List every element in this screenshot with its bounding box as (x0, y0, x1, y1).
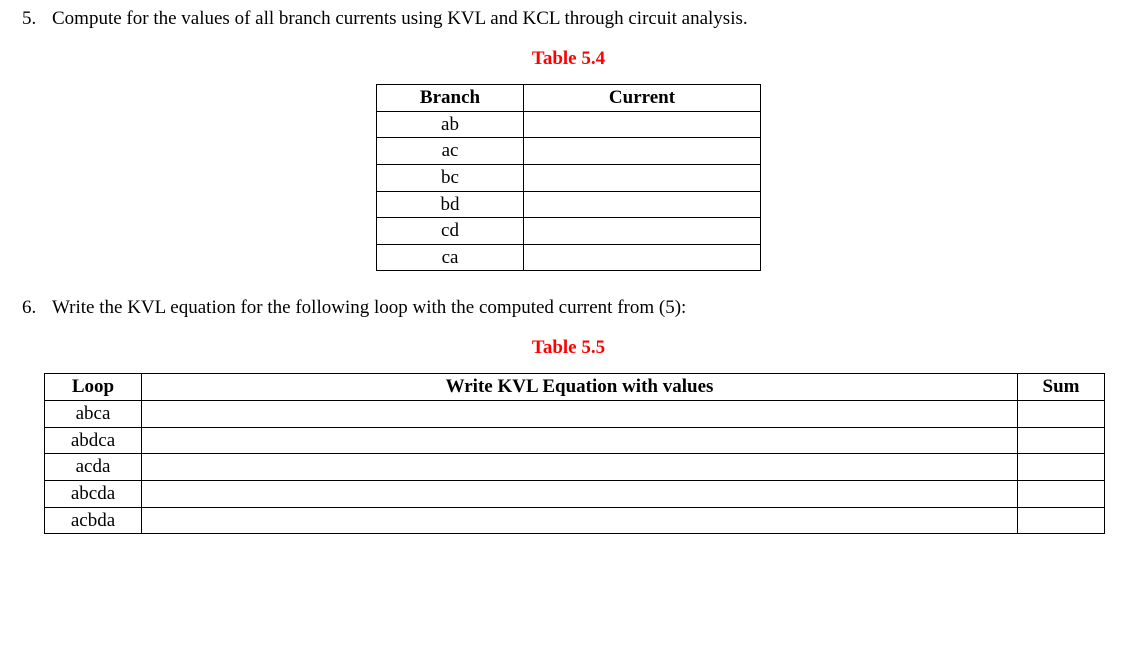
table-row: ac (377, 138, 761, 165)
table-row: bd (377, 191, 761, 218)
cell-loop: acbda (45, 507, 142, 534)
table-5-5: Loop Write KVL Equation with values Sum … (44, 373, 1105, 534)
cell-eq (142, 401, 1018, 428)
table-row: abcda (45, 481, 1105, 508)
table-5-5-header-row: Loop Write KVL Equation with values Sum (45, 374, 1105, 401)
table-row: bc (377, 164, 761, 191)
table-5-4-header-current: Current (524, 85, 761, 112)
table-row: cd (377, 218, 761, 245)
question-6-number: 6. (22, 297, 52, 319)
cell-branch: ca (377, 244, 524, 271)
table-5-4: Branch Current ab ac bc bd cd (376, 84, 761, 271)
table-row: ab (377, 111, 761, 138)
cell-current (524, 138, 761, 165)
table-row: acbda (45, 507, 1105, 534)
cell-current (524, 111, 761, 138)
cell-eq (142, 454, 1018, 481)
table-5-4-header-branch: Branch (377, 85, 524, 112)
cell-branch: ac (377, 138, 524, 165)
table-row: abdca (45, 427, 1105, 454)
question-6-text: Write the KVL equation for the following… (52, 297, 1115, 319)
cell-branch: ab (377, 111, 524, 138)
cell-eq (142, 427, 1018, 454)
table-5-4-caption: Table 5.4 (22, 48, 1115, 70)
cell-sum (1018, 507, 1105, 534)
cell-loop: abdca (45, 427, 142, 454)
cell-eq (142, 507, 1018, 534)
question-5-text: Compute for the values of all branch cur… (52, 8, 1115, 30)
cell-sum (1018, 401, 1105, 428)
cell-branch: cd (377, 218, 524, 245)
cell-eq (142, 481, 1018, 508)
table-row: abca (45, 401, 1105, 428)
cell-loop: acda (45, 454, 142, 481)
question-5: 5. Compute for the values of all branch … (22, 8, 1115, 30)
table-row: acda (45, 454, 1105, 481)
cell-loop: abca (45, 401, 142, 428)
cell-loop: abcda (45, 481, 142, 508)
question-6: 6. Write the KVL equation for the follow… (22, 297, 1115, 319)
cell-branch: bc (377, 164, 524, 191)
cell-sum (1018, 481, 1105, 508)
table-5-4-header-row: Branch Current (377, 85, 761, 112)
table-5-5-header-sum: Sum (1018, 374, 1105, 401)
table-5-5-header-eq: Write KVL Equation with values (142, 374, 1018, 401)
cell-current (524, 164, 761, 191)
cell-branch: bd (377, 191, 524, 218)
cell-sum (1018, 454, 1105, 481)
page: 5. Compute for the values of all branch … (0, 0, 1137, 554)
cell-sum (1018, 427, 1105, 454)
question-5-number: 5. (22, 8, 52, 30)
table-5-5-header-loop: Loop (45, 374, 142, 401)
table-row: ca (377, 244, 761, 271)
cell-current (524, 244, 761, 271)
table-5-5-caption: Table 5.5 (22, 337, 1115, 359)
table-5-4-wrapper: Branch Current ab ac bc bd cd (22, 84, 1115, 271)
cell-current (524, 218, 761, 245)
cell-current (524, 191, 761, 218)
table-5-5-wrapper: Loop Write KVL Equation with values Sum … (22, 373, 1115, 534)
spacer (22, 271, 1115, 297)
